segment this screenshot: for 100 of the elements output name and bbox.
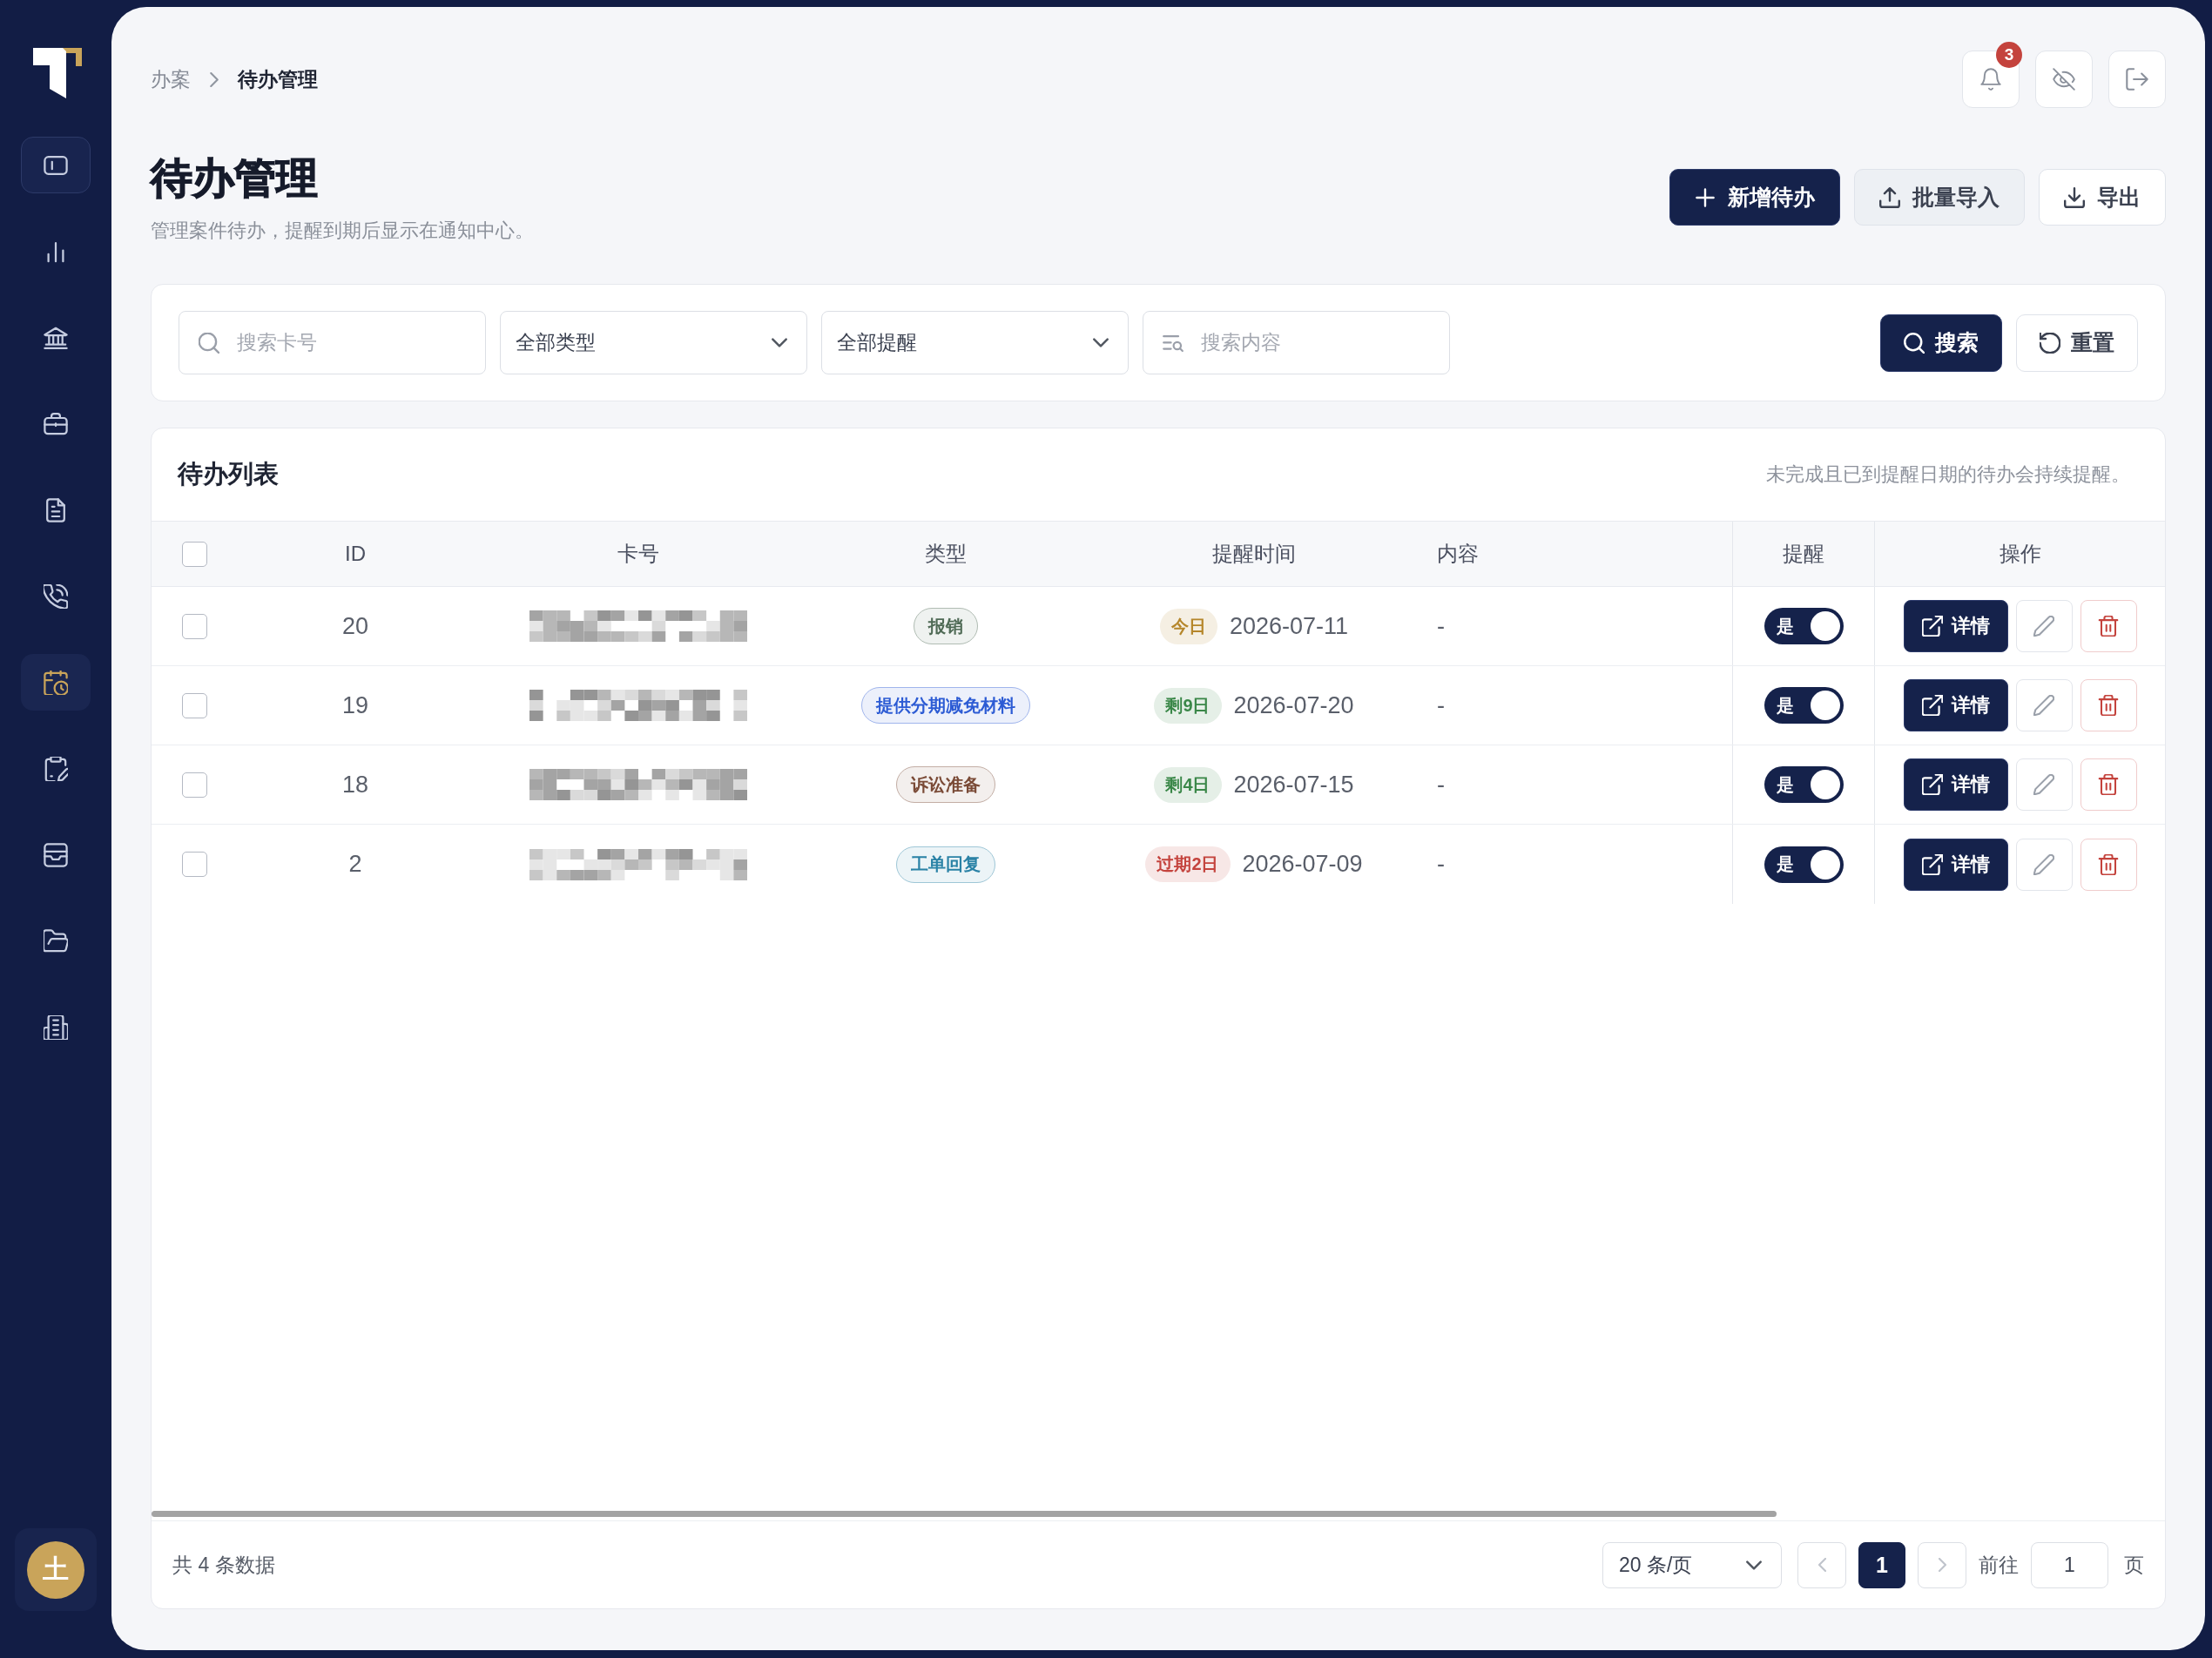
pencil-icon [2033, 774, 2054, 795]
type-tag: 工单回复 [896, 846, 995, 883]
reminder-date: 2026-07-09 [1242, 851, 1363, 878]
detail-button[interactable]: 详情 [1903, 758, 2008, 811]
row-checkbox[interactable] [181, 692, 207, 718]
content-text: - [1437, 771, 1445, 799]
column-header: 内容 [1437, 541, 1479, 567]
sidebar-toggle-button[interactable] [21, 137, 91, 193]
pencil-icon [2033, 853, 2054, 875]
reset-button[interactable]: 重置 [2016, 313, 2138, 372]
search-button[interactable]: 搜索 [1880, 313, 2002, 372]
detail-button[interactable]: 详情 [1903, 679, 2008, 731]
document-icon [44, 497, 68, 522]
chevron-down-icon [1746, 1560, 1762, 1570]
delete-button[interactable] [2080, 600, 2137, 652]
chevron-left-icon [1817, 1558, 1826, 1572]
page-suffix: 页 [2124, 1552, 2144, 1578]
new-todo-button[interactable]: 新增待办 [1669, 169, 1840, 226]
type-tag: 诉讼准备 [896, 766, 995, 803]
eye-off-icon [2053, 68, 2075, 91]
export-button[interactable]: 导出 [2039, 169, 2166, 226]
external-link-icon [1921, 695, 1943, 716]
detail-button[interactable]: 详情 [1903, 600, 2008, 652]
filter-select[interactable]: 全部提醒 [821, 311, 1129, 374]
reminder-date: 2026-07-20 [1233, 691, 1354, 719]
delete-button[interactable] [2080, 838, 2137, 891]
phone-icon [44, 583, 68, 609]
goto-label: 前往 [1979, 1552, 2019, 1578]
filter-select[interactable]: 全部类型 [500, 311, 807, 374]
reminder-toggle[interactable]: 是 [1764, 846, 1844, 883]
pencil-icon [2033, 695, 2054, 716]
page-subtitle: 管理案件待办，提醒到期后显示在通知中心。 [151, 219, 534, 243]
search-icon [1904, 332, 1925, 354]
logo [33, 48, 82, 98]
external-link-icon [1921, 853, 1943, 875]
id-text: 20 [341, 612, 368, 640]
reminder-date: 2026-07-15 [1233, 771, 1354, 799]
id-text: 18 [341, 771, 368, 799]
content-text: - [1437, 612, 1445, 640]
chevron-down-icon [1093, 338, 1109, 347]
column-header: ID [345, 542, 366, 566]
detail-button[interactable]: 详情 [1903, 838, 2008, 891]
content-text: - [1437, 691, 1445, 719]
reminder-toggle[interactable]: 是 [1764, 608, 1844, 644]
chevron-down-icon [772, 338, 787, 347]
edit-button[interactable] [2015, 600, 2073, 652]
reminder-date: 2026-07-11 [1229, 612, 1349, 640]
breadcrumb-current: 待办管理 [238, 66, 318, 92]
reminder-badge: 过期2日 [1145, 846, 1231, 882]
chevron-right-icon [210, 71, 219, 87]
page-size-select[interactable]: 20 条/页 [1602, 1541, 1782, 1588]
column-header: 提醒时间 [1212, 541, 1296, 567]
reminder-toggle[interactable]: 是 [1764, 687, 1844, 724]
reset-icon [2040, 332, 2060, 354]
briefcase-icon [44, 411, 68, 436]
trash-icon [2098, 853, 2119, 875]
external-link-icon [1921, 774, 1943, 795]
delete-button[interactable] [2080, 679, 2137, 731]
chevron-right-icon [1938, 1558, 1946, 1572]
edit-button[interactable] [2015, 679, 2073, 731]
upload-icon [1879, 186, 1900, 208]
column-header: 类型 [925, 541, 967, 567]
delete-button[interactable] [2080, 758, 2137, 811]
table-title: 待办列表 [178, 459, 279, 489]
row-checkbox[interactable] [181, 613, 207, 639]
sidebar-nav-item[interactable] [21, 654, 91, 711]
row-checkbox[interactable] [181, 852, 207, 877]
logout-button[interactable] [2108, 51, 2166, 108]
content-text: - [1437, 851, 1445, 878]
reminder-badge: 剩4日 [1154, 766, 1222, 803]
folder-icon [44, 928, 68, 954]
trash-icon [2098, 695, 2119, 716]
external-link-icon [1921, 616, 1943, 637]
reminder-badge: 今日 [1159, 608, 1217, 644]
page-number-button[interactable]: 1 [1858, 1541, 1905, 1588]
page-title: 待办管理 [151, 154, 319, 203]
table-note: 未完成且已到提醒日期的待办会持续提醒。 [1766, 462, 2130, 487]
search-icon [199, 332, 219, 354]
clipboard-pen-icon [44, 756, 68, 781]
edit-button[interactable] [2015, 758, 2073, 811]
reminder-toggle[interactable]: 是 [1764, 766, 1844, 803]
type-tag: 报销 [914, 608, 978, 644]
select-all-checkbox[interactable] [181, 541, 207, 567]
bell-icon [1979, 68, 2002, 91]
horizontal-scrollbar[interactable] [152, 1511, 1777, 1517]
hide-button[interactable] [2035, 51, 2093, 108]
id-text: 19 [341, 691, 368, 719]
download-icon [2064, 186, 2085, 208]
id-text: 2 [348, 851, 362, 878]
pencil-icon [2033, 616, 2054, 637]
notification-count: 3 [1996, 42, 2022, 68]
column-header: 提醒 [1783, 541, 1824, 567]
edit-button[interactable] [2015, 838, 2073, 891]
import-button[interactable]: 批量导入 [1854, 169, 2025, 226]
trash-icon [2098, 616, 2119, 637]
trash-icon [2098, 774, 2119, 795]
type-tag: 提供分期减免材料 [861, 687, 1030, 724]
column-header: 操作 [1999, 541, 2041, 567]
goto-page-input[interactable]: 1 [2031, 1541, 2108, 1588]
row-checkbox[interactable] [181, 772, 207, 798]
